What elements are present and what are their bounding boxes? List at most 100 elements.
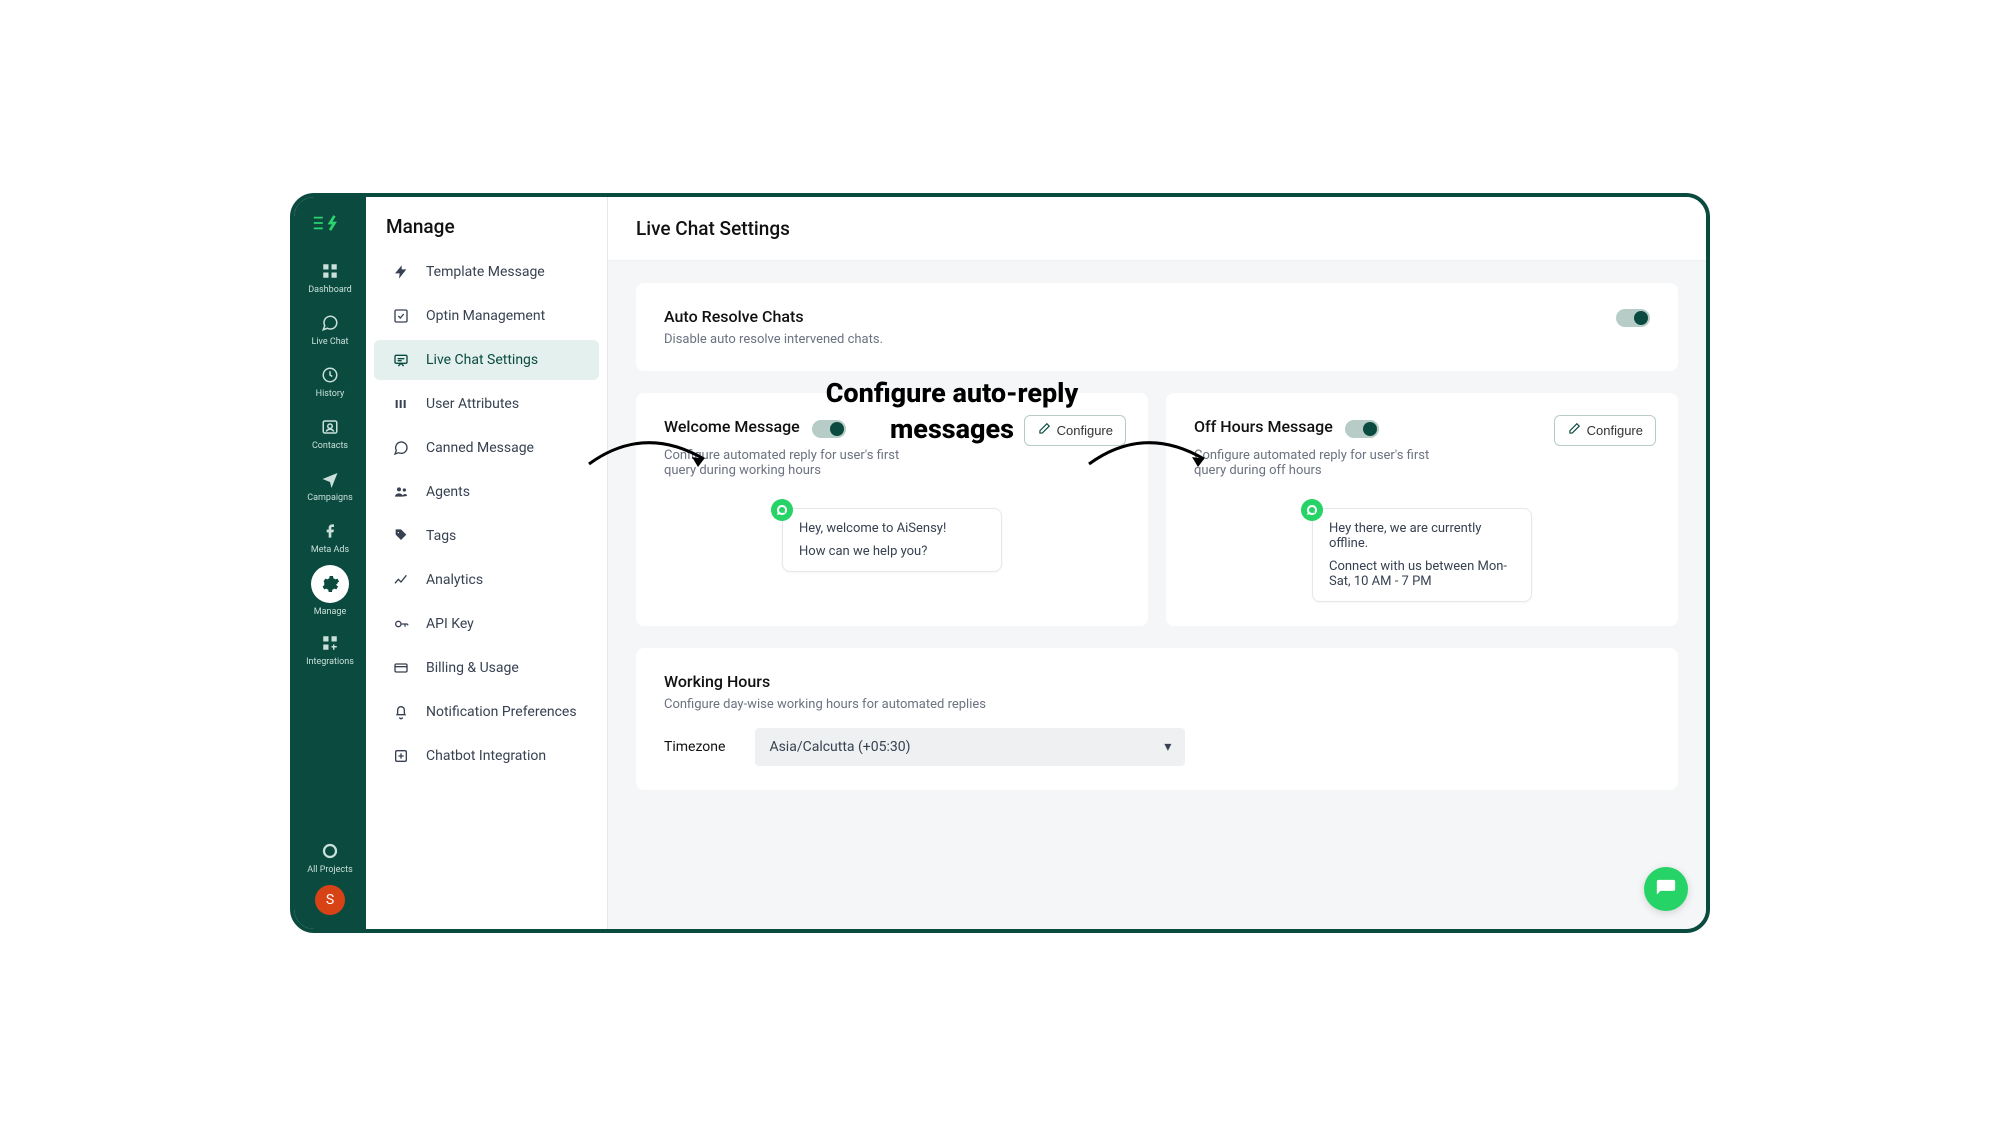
- page-title: Live Chat Settings: [608, 197, 1706, 261]
- rail-label: Contacts: [312, 441, 348, 451]
- sidebar-item-tags[interactable]: Tags: [374, 516, 599, 556]
- offhours-subtitle: Configure automated reply for user's fir…: [1194, 448, 1464, 478]
- sidebar-item-canned-message[interactable]: Canned Message: [374, 428, 599, 468]
- rail-item-livechat[interactable]: Live Chat: [300, 305, 360, 353]
- welcome-message-card: Welcome Message Configure automated repl…: [636, 393, 1148, 626]
- rail-label: Meta Ads: [311, 545, 349, 555]
- plus-box-icon: [390, 746, 412, 766]
- sidebar-item-template-message[interactable]: Template Message: [374, 252, 599, 292]
- rail-label: Integrations: [306, 657, 354, 667]
- rail-item-history[interactable]: History: [300, 357, 360, 405]
- offhours-configure-button[interactable]: Configure: [1554, 415, 1656, 446]
- sidebar-title: Manage: [366, 197, 607, 250]
- main-area: Live Chat Settings Auto Resolve Chats Di…: [608, 197, 1706, 929]
- sidebar-item-label: Chatbot Integration: [426, 748, 546, 764]
- sidebar-item-label: Tags: [426, 528, 456, 544]
- working-hours-subtitle: Configure day-wise working hours for aut…: [664, 697, 1650, 712]
- bars-icon: [390, 394, 412, 414]
- sidebar-item-label: User Attributes: [426, 396, 519, 412]
- bubble-line: Connect with us between Mon-Sat, 10 AM -…: [1329, 559, 1515, 589]
- sidebar-item-user-attributes[interactable]: User Attributes: [374, 384, 599, 424]
- rail-label: All Projects: [307, 865, 352, 875]
- rail-item-dashboard[interactable]: Dashboard: [300, 253, 360, 301]
- chat-icon: [390, 350, 412, 370]
- dashboard-icon: [320, 261, 340, 281]
- main-body: Auto Resolve Chats Disable auto resolve …: [608, 261, 1706, 929]
- timezone-label: Timezone: [664, 739, 725, 755]
- plane-icon: [320, 469, 340, 489]
- rail-label: Campaigns: [307, 493, 352, 503]
- bell-icon: [390, 702, 412, 722]
- sidebar-item-label: Template Message: [426, 264, 545, 280]
- working-hours-card: Working Hours Configure day-wise working…: [636, 648, 1678, 790]
- history-icon: [320, 365, 340, 385]
- welcome-preview-bubble: Hey, welcome to AiSensy! How can we help…: [782, 508, 1002, 572]
- sidebar-item-agents[interactable]: Agents: [374, 472, 599, 512]
- sidebar-item-chatbot-integration[interactable]: Chatbot Integration: [374, 736, 599, 776]
- sidebar-item-label: Billing & Usage: [426, 660, 519, 676]
- sidebar-item-label: Live Chat Settings: [426, 352, 538, 368]
- sidebar-item-optin-management[interactable]: Optin Management: [374, 296, 599, 336]
- bubble-line: How can we help you?: [799, 544, 985, 559]
- bubble-line: Hey, welcome to AiSensy!: [799, 521, 985, 536]
- pencil-icon: [1037, 422, 1051, 439]
- sidebar-item-label: Canned Message: [426, 440, 534, 456]
- gear-icon: [320, 574, 340, 594]
- avatar-letter: S: [326, 892, 334, 908]
- offhours-message-card: Off Hours Message Configure automated re…: [1166, 393, 1678, 626]
- working-hours-title: Working Hours: [664, 672, 1650, 691]
- welcome-subtitle: Configure automated reply for user's fir…: [664, 448, 934, 478]
- people-icon: [390, 482, 412, 502]
- rail-item-contacts[interactable]: Contacts: [300, 409, 360, 457]
- offhours-title: Off Hours Message: [1194, 417, 1333, 436]
- sidebar-item-live-chat-settings[interactable]: Live Chat Settings: [374, 340, 599, 380]
- timezone-value: Asia/Calcutta (+05:30): [769, 739, 910, 755]
- addon-icon: [320, 633, 340, 653]
- circle-icon: [320, 841, 340, 861]
- chevron-down-icon: ▾: [1164, 739, 1171, 755]
- key-icon: [390, 614, 412, 634]
- sidebar-item-api-key[interactable]: API Key: [374, 604, 599, 644]
- chat-icon: [320, 313, 340, 333]
- sidebar-item-label: Agents: [426, 484, 470, 500]
- sidebar-item-label: Optin Management: [426, 308, 545, 324]
- auto-resolve-title: Auto Resolve Chats: [664, 307, 1650, 326]
- auto-resolve-toggle[interactable]: [1616, 309, 1650, 327]
- sidebar: Manage Template Message Optin Management…: [366, 197, 608, 929]
- rail-item-metaads[interactable]: Meta Ads: [300, 513, 360, 561]
- auto-resolve-subtitle: Disable auto resolve intervened chats.: [664, 332, 1650, 347]
- rail-label: Dashboard: [308, 285, 352, 295]
- brand-logo: [312, 209, 348, 237]
- rail-label: Manage: [314, 607, 346, 617]
- tag-icon: [390, 526, 412, 546]
- rail-label: Live Chat: [312, 337, 349, 347]
- pencil-icon: [1567, 422, 1581, 439]
- facebook-icon: [320, 521, 340, 541]
- welcome-configure-button[interactable]: Configure: [1024, 415, 1126, 446]
- sidebar-item-notifications[interactable]: Notification Preferences: [374, 692, 599, 732]
- rail-item-campaigns[interactable]: Campaigns: [300, 461, 360, 509]
- user-avatar[interactable]: S: [315, 885, 345, 915]
- timezone-select[interactable]: Asia/Calcutta (+05:30) ▾: [755, 728, 1185, 766]
- rail-item-manage[interactable]: [311, 565, 349, 603]
- sidebar-item-label: Analytics: [426, 572, 483, 588]
- rail-item-integrations[interactable]: Integrations: [300, 625, 360, 673]
- help-fab[interactable]: [1644, 867, 1688, 911]
- welcome-title: Welcome Message: [664, 417, 800, 436]
- contacts-icon: [320, 417, 340, 437]
- offhours-toggle[interactable]: [1345, 420, 1379, 438]
- bubble-line: Hey there, we are currently offline.: [1329, 521, 1515, 551]
- analytics-icon: [390, 570, 412, 590]
- welcome-toggle[interactable]: [812, 420, 846, 438]
- app-frame: Dashboard Live Chat History Contacts Cam…: [290, 193, 1710, 933]
- sidebar-item-analytics[interactable]: Analytics: [374, 560, 599, 600]
- sidebar-item-billing[interactable]: Billing & Usage: [374, 648, 599, 688]
- auto-resolve-card: Auto Resolve Chats Disable auto resolve …: [636, 283, 1678, 371]
- checkbox-icon: [390, 306, 412, 326]
- sidebar-item-label: Notification Preferences: [426, 704, 577, 720]
- rail-label: History: [316, 389, 345, 399]
- rail-item-all-projects[interactable]: All Projects: [300, 833, 360, 881]
- message-icon: [390, 438, 412, 458]
- configure-label: Configure: [1587, 423, 1643, 438]
- sidebar-item-label: API Key: [426, 616, 474, 632]
